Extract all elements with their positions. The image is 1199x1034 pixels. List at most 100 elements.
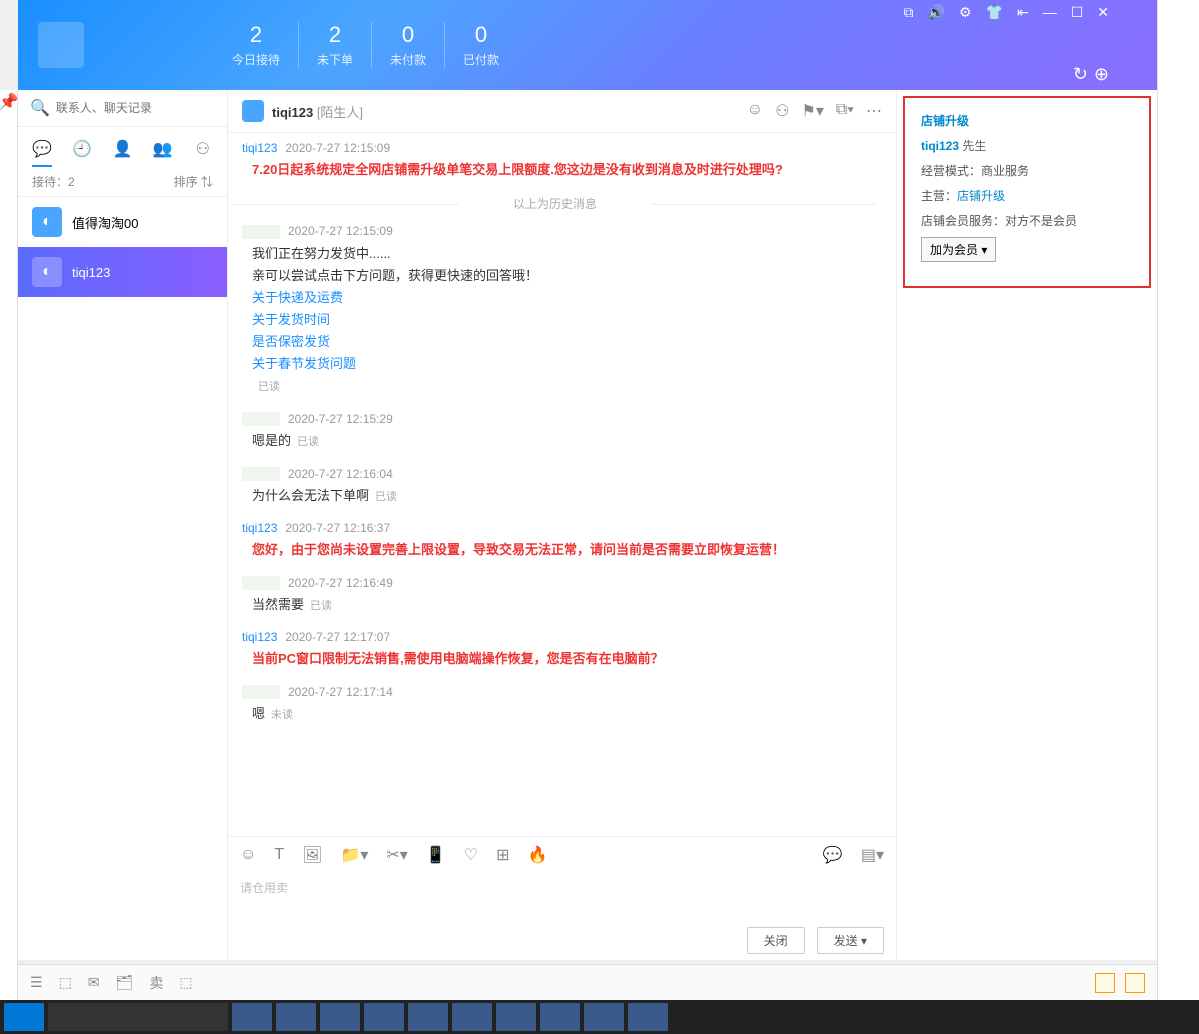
- message: 2020-7-27 12:17:14嗯未读: [234, 685, 876, 726]
- tray-icon[interactable]: [1125, 973, 1145, 993]
- calc-icon[interactable]: ⊞: [496, 845, 509, 865]
- search-icon: 🔍: [30, 98, 50, 118]
- taskbar-app[interactable]: [276, 1003, 316, 1031]
- shirt-icon[interactable]: 👕: [986, 4, 1003, 21]
- taskbar-app[interactable]: [320, 1003, 360, 1031]
- invite-icon[interactable]: ⚇: [775, 101, 789, 121]
- taskbar-app[interactable]: [452, 1003, 492, 1031]
- folder-icon[interactable]: 📁▾: [340, 845, 368, 865]
- bar-icon[interactable]: 卖: [149, 973, 163, 993]
- emoji-icon[interactable]: ☺: [240, 846, 256, 864]
- image-icon[interactable]: 🖼: [302, 845, 322, 865]
- faq-link[interactable]: 关于发货时间: [252, 309, 876, 331]
- tab-person-icon[interactable]: 👤: [110, 137, 134, 161]
- message: 2020-7-27 12:15:29嗯是的已读: [234, 412, 876, 453]
- video-icon[interactable]: ⧉▾: [836, 101, 854, 121]
- pin-icon[interactable]: ⇤: [1017, 4, 1029, 21]
- settings-icon[interactable]: ⚙: [959, 4, 972, 21]
- taskbar-app[interactable]: [628, 1003, 668, 1031]
- search-input[interactable]: [56, 101, 215, 115]
- taskbar-app[interactable]: [496, 1003, 536, 1031]
- info-panel: 店铺升级 tiqi123 先生 经营模式：商业服务 主营：店铺升级 店铺会员服务…: [897, 90, 1157, 960]
- bar-icon[interactable]: ⬚: [179, 974, 192, 991]
- contact-item-active[interactable]: ◐ tiqi123: [18, 247, 227, 297]
- add-icon[interactable]: ⊕: [1094, 64, 1109, 85]
- history-divider: 以上为历史消息: [234, 195, 876, 212]
- screen-icon[interactable]: ⧉: [904, 4, 914, 21]
- tab-group-icon[interactable]: 👥: [151, 137, 175, 161]
- refresh-icon[interactable]: ↻: [1073, 64, 1088, 85]
- heart-icon[interactable]: ♡: [464, 845, 478, 865]
- left-dock: 📌: [0, 90, 18, 1000]
- tab-org-icon[interactable]: ⚇: [191, 137, 215, 161]
- close-icon[interactable]: ✕: [1097, 4, 1109, 21]
- chat-panel: tiqi123 [陌生人] ☺ ⚇ ⚑▾ ⧉▾ ⋯ tiqi1232020-7-…: [228, 90, 897, 960]
- shop-main: 主营：店铺升级: [921, 187, 1133, 204]
- bar-icon[interactable]: ✉: [88, 974, 100, 991]
- emoji-icon[interactable]: ☺: [747, 101, 763, 121]
- sort-toggle[interactable]: 排序 ⇅: [174, 173, 213, 190]
- contact-name: 值得淘淘00: [72, 213, 138, 232]
- more-icon[interactable]: ⋯: [866, 101, 882, 121]
- reception-count: 接待：2: [32, 173, 75, 190]
- chat-header: tiqi123 [陌生人] ☺ ⚇ ⚑▾ ⧉▾ ⋯: [228, 90, 896, 133]
- message: tiqi1232020-7-27 12:17:07当前PC窗口限制无法销售,需使…: [234, 630, 876, 670]
- cut-icon[interactable]: ✂▾: [386, 845, 407, 865]
- bar-icon[interactable]: 🗂: [116, 974, 134, 991]
- shop-user: tiqi123 先生: [921, 137, 1133, 154]
- faq-link[interactable]: 关于春节发货问题: [252, 353, 876, 375]
- bubble-icon[interactable]: 💬: [823, 845, 843, 865]
- minimize-icon[interactable]: —: [1043, 4, 1057, 21]
- tray-icon[interactable]: [1095, 973, 1115, 993]
- message: 2020-7-27 12:16:04为什么会无法下单啊已读: [234, 467, 876, 508]
- menu-icon[interactable]: ☰: [30, 974, 43, 991]
- chat-messages: tiqi1232020-7-27 12:15:097.20日起系统规定全网店铺需…: [228, 133, 896, 836]
- window-controls: ⧉ 🔊 ⚙ 👕 ⇤ — ☐ ✕: [904, 4, 1109, 21]
- add-member-button[interactable]: 加为会员 ▾: [921, 237, 996, 262]
- tab-history-icon[interactable]: 🕘: [70, 137, 94, 161]
- search-box[interactable]: 🔍: [18, 90, 227, 127]
- user-avatar[interactable]: [38, 22, 84, 68]
- taskbar-app[interactable]: [540, 1003, 580, 1031]
- message: tiqi1232020-7-27 12:15:097.20日起系统规定全网店铺需…: [234, 141, 876, 181]
- taskbar-app[interactable]: [364, 1003, 404, 1031]
- header-actions: ↻ ⊕: [1073, 64, 1109, 85]
- close-button[interactable]: 关闭: [747, 927, 805, 954]
- phone-icon[interactable]: 📱: [426, 845, 446, 865]
- card-icon[interactable]: ▤▾: [861, 845, 884, 865]
- shop-info-box: 店铺升级 tiqi123 先生 经营模式：商业服务 主营：店铺升级 店铺会员服务…: [903, 96, 1151, 288]
- taskbar-app[interactable]: [232, 1003, 272, 1031]
- fire-icon[interactable]: 🔥: [528, 845, 548, 865]
- start-button[interactable]: [4, 1003, 44, 1031]
- stat-unpaid[interactable]: 0未付款: [372, 22, 445, 68]
- send-button[interactable]: 发送 ▾: [817, 927, 884, 954]
- sound-icon[interactable]: 🔊: [928, 4, 945, 21]
- message: 2020-7-27 12:16:49当然需要已读: [234, 576, 876, 617]
- chat-actions: 关闭 发送 ▾: [228, 921, 896, 960]
- contact-avatar-icon: ◐: [32, 257, 62, 287]
- taskbar-app[interactable]: [584, 1003, 624, 1031]
- tab-chat-icon[interactable]: 💬: [30, 137, 54, 161]
- message: 2020-7-27 12:15:09我们正在努力发货中......亲可以尝试点击…: [234, 224, 876, 397]
- list-meta: 接待：2 排序 ⇅: [18, 167, 227, 197]
- message: tiqi1232020-7-27 12:16:37您好，由于您尚未设置完善上限设…: [234, 521, 876, 561]
- text-icon[interactable]: T: [274, 846, 284, 864]
- stat-noorder[interactable]: 2未下单: [299, 22, 372, 68]
- contact-name: tiqi123: [72, 265, 110, 280]
- faq-link[interactable]: 是否保密发货: [252, 331, 876, 353]
- shop-title: 店铺升级: [921, 112, 1133, 129]
- dock-icon[interactable]: 📌: [0, 92, 18, 112]
- bar-icon[interactable]: ⬚: [59, 974, 72, 991]
- stat-today[interactable]: 2今日接待: [214, 22, 299, 68]
- stat-paid[interactable]: 0已付款: [445, 22, 517, 68]
- taskbar-app[interactable]: [408, 1003, 448, 1031]
- maximize-icon[interactable]: ☐: [1071, 4, 1084, 21]
- shop-mode: 经营模式：商业服务: [921, 162, 1133, 179]
- flag-icon[interactable]: ⚑▾: [801, 101, 823, 121]
- faq-link[interactable]: 关于快递及运费: [252, 287, 876, 309]
- app-header: 2今日接待 2未下单 0未付款 0已付款 ⧉ 🔊 ⚙ 👕 ⇤ — ☐ ✕ ↻ ⊕: [18, 0, 1157, 90]
- message-input[interactable]: 请仓用卖: [228, 873, 896, 921]
- contact-item[interactable]: ◐ 值得淘淘00: [18, 197, 227, 247]
- status-bar: ☰ ⬚ ✉ 🗂 卖 ⬚: [18, 964, 1157, 1000]
- os-search[interactable]: [48, 1003, 228, 1031]
